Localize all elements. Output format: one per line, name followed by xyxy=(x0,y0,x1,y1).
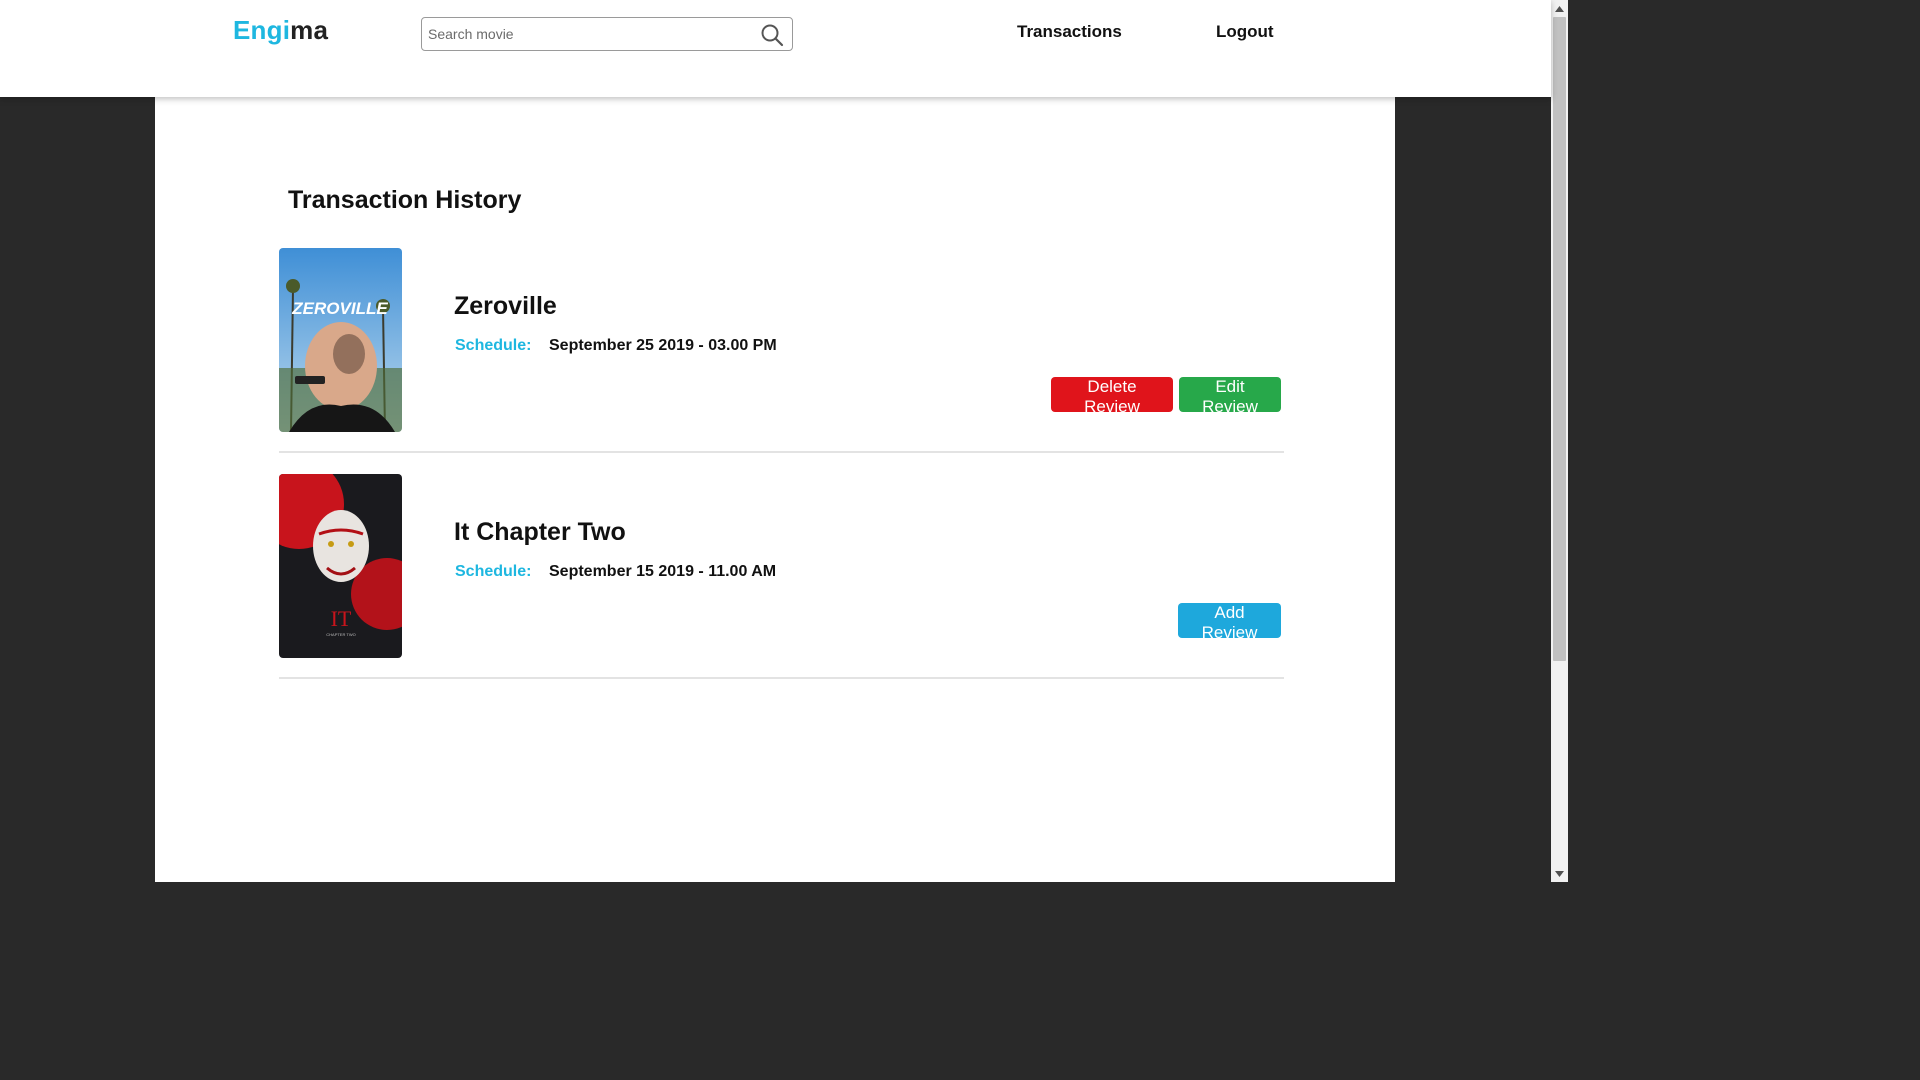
logo-text-accent: Engi xyxy=(233,15,291,45)
search-icon[interactable] xyxy=(760,23,784,47)
logo-text-dark: ma xyxy=(290,15,329,45)
divider xyxy=(279,451,1284,453)
page-title: Transaction History xyxy=(288,186,522,214)
delete-review-button[interactable]: Delete Review xyxy=(1051,377,1173,416)
schedule-label: Schedule: xyxy=(455,563,532,580)
nav-transactions-link[interactable]: Transactions xyxy=(1017,22,1122,42)
transaction-item-it-chapter-two: IT CHAPTER TWO It Chapter Two Schedule: … xyxy=(279,474,1284,679)
movie-title: It Chapter Two xyxy=(454,518,626,546)
schedule-value: September 15 2019 - 11.00 AM xyxy=(549,563,777,580)
movie-poster-zeroville: ZEROVILLE xyxy=(279,248,402,432)
arrow-up-icon[interactable] xyxy=(1551,0,1568,17)
nav-logout-link[interactable]: Logout xyxy=(1216,22,1274,42)
scrollbar-thumb[interactable] xyxy=(1553,17,1566,661)
transaction-item-zeroville: ZEROVILLE Zeroville Schedule: September … xyxy=(279,248,1284,453)
poster-title-text: ZEROVILLE xyxy=(291,299,388,318)
poster-title-text: IT xyxy=(331,606,352,631)
divider xyxy=(279,677,1284,679)
edit-review-button[interactable]: Edit Review xyxy=(1179,377,1281,416)
main-content: Transaction History ZEROVILLE Zeroville … xyxy=(155,97,1395,882)
search-input[interactable] xyxy=(422,19,742,49)
movie-title: Zeroville xyxy=(454,292,557,320)
arrow-down-icon[interactable] xyxy=(1551,865,1568,882)
movie-poster-it-chapter-two: IT CHAPTER TWO xyxy=(279,474,402,658)
poster-subtitle-text: CHAPTER TWO xyxy=(326,632,355,637)
top-navbar: Engima Transactions Logout xyxy=(0,0,1551,97)
search-box xyxy=(421,17,793,51)
brand-logo[interactable]: Engima xyxy=(233,15,328,46)
page: Engima Transactions Logout Transaction H… xyxy=(0,0,1568,882)
schedule-value: September 25 2019 - 03.00 PM xyxy=(549,337,777,354)
vertical-scrollbar[interactable] xyxy=(1551,0,1568,882)
schedule-label: Schedule: xyxy=(455,337,532,354)
add-review-button[interactable]: Add Review xyxy=(1178,603,1281,642)
